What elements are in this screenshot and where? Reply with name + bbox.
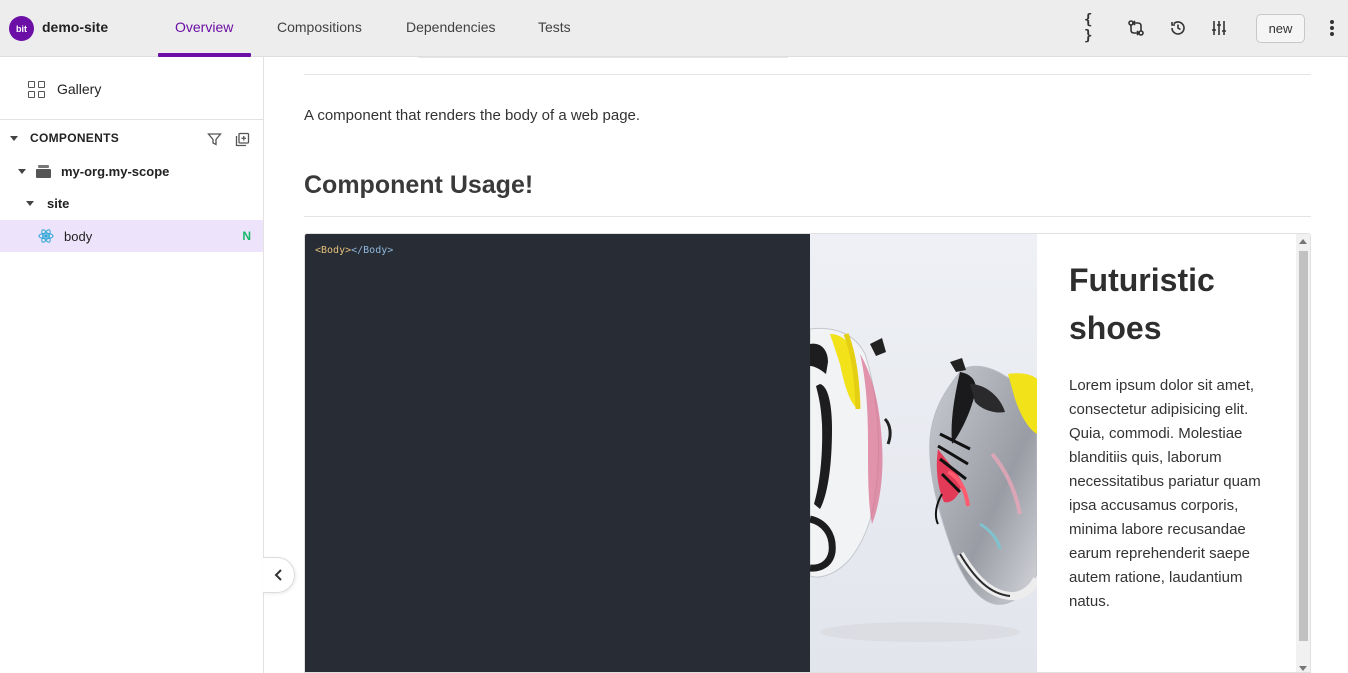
react-icon	[38, 228, 54, 244]
top-bar: bit demo-site Overview Compositions Depe…	[0, 0, 1348, 57]
grid-icon	[28, 80, 45, 98]
preview-scrollbar[interactable]	[1296, 234, 1310, 672]
shoes-image	[810, 234, 1037, 672]
code-braces-icon[interactable]: { }	[1084, 12, 1104, 44]
main-content: A component that renders the body of a w…	[264, 57, 1348, 673]
component-description: A component that renders the body of a w…	[304, 107, 641, 124]
tab-compositions[interactable]: Compositions	[277, 19, 362, 35]
usage-heading: Component Usage!	[304, 171, 534, 199]
site-name[interactable]: demo-site	[42, 19, 108, 35]
components-header-label: COMPONENTS	[30, 131, 120, 145]
sidebar-divider	[0, 119, 263, 120]
tree-component-body[interactable]: body N	[0, 220, 263, 252]
collapse-triangle-icon	[10, 135, 18, 141]
scroll-down-arrow-icon[interactable]	[1299, 666, 1307, 671]
component-name: body	[64, 228, 93, 244]
tree-namespace-site[interactable]: site	[0, 187, 263, 219]
namespace-name: site	[47, 195, 70, 211]
scroll-up-arrow-icon[interactable]	[1299, 239, 1307, 244]
components-section-header[interactable]: COMPONENTS	[10, 131, 119, 145]
render-preview: Futuristic shoes Lorem ipsum dolor sit a…	[810, 234, 1310, 672]
scope-icon	[36, 164, 51, 178]
gallery-link[interactable]: Gallery	[28, 79, 101, 99]
code-line[interactable]: <Body></Body>	[315, 245, 393, 256]
expand-all-icon[interactable]	[234, 131, 250, 147]
heading-divider	[304, 216, 1311, 217]
bit-logo[interactable]: bit	[9, 16, 34, 41]
tab-tests[interactable]: Tests	[538, 19, 571, 35]
sidebar: Gallery COMPONENTS my-org.my-scope site	[0, 57, 264, 673]
scope-name: my-org.my-scope	[61, 163, 170, 179]
new-button[interactable]: new	[1256, 14, 1305, 43]
gallery-label: Gallery	[57, 81, 102, 97]
live-playground: <Body></Body> Futuristic shoes Lorem ips…	[304, 233, 1311, 673]
tab-overview[interactable]: Overview	[175, 19, 233, 35]
code-open-tag: <Body>	[315, 245, 352, 256]
code-close-tag: </Body>	[351, 245, 394, 256]
scrolled-content-edge	[418, 57, 788, 58]
history-icon[interactable]	[1168, 18, 1188, 38]
content-divider	[304, 74, 1311, 75]
more-options-icon[interactable]	[1324, 17, 1340, 39]
namespace-collapse-icon	[26, 200, 34, 206]
sliders-icon[interactable]	[1209, 18, 1229, 38]
compare-icon[interactable]	[1126, 18, 1146, 38]
new-status-badge: N	[242, 229, 251, 243]
scope-collapse-icon	[18, 168, 26, 174]
filter-icon[interactable]	[206, 131, 222, 147]
preview-title: Futuristic shoes	[1069, 262, 1215, 346]
tab-dependencies[interactable]: Dependencies	[406, 19, 496, 35]
preview-body-text: Lorem ipsum dolor sit amet, consectetur …	[1069, 377, 1261, 610]
code-editor[interactable]: <Body></Body>	[305, 234, 810, 672]
tree-scope-my-org[interactable]: my-org.my-scope	[0, 155, 263, 187]
scroll-thumb[interactable]	[1299, 251, 1308, 641]
